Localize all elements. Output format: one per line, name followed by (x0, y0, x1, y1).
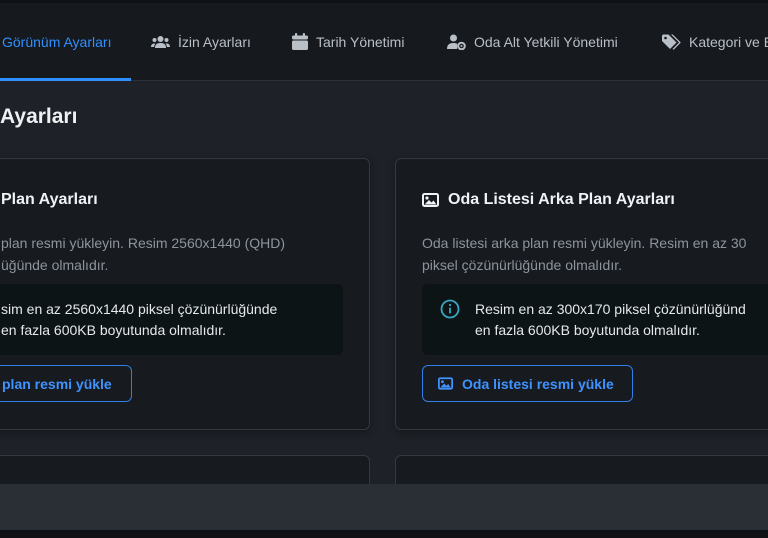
settings-tab-bar: Görünüm Ayarları İzin Ayarları Tarih Yön (0, 3, 768, 81)
window-bottom-edge (0, 530, 768, 538)
info-alert-text: sim en az 2560x1440 piksel çözünürlüğünd… (1, 299, 277, 341)
card-description-line: Oda listesi arka plan resmi yükleyin. Re… (422, 235, 747, 251)
info-alert-line: en fazla 600KB boyutunda olmalıdır. (1, 322, 226, 338)
page-title: Ayarları (0, 105, 78, 128)
settings-card (395, 455, 768, 484)
room-list-background-settings-card: Oda Listesi Arka Plan Ayarları Oda liste… (395, 158, 768, 430)
card-title-text: Oda Listesi Arka Plan Ayarları (448, 191, 675, 208)
user-gear-icon (447, 34, 466, 50)
tags-icon (662, 34, 681, 50)
info-alert: Resim en az 300x170 piksel çözünürlüğünd… (422, 284, 768, 355)
tab-category-settings[interactable]: Kategori ve E (662, 3, 768, 80)
info-alert-line: Resim en az 300x170 piksel çözünürlüğünd (475, 301, 746, 317)
calendar-icon (292, 33, 308, 50)
card-description-line: plan resmi yükleyin. Resim 2560x1440 (QH… (1, 235, 285, 251)
card-description: plan resmi yükleyin. Resim 2560x1440 (QH… (1, 232, 285, 276)
info-icon (440, 299, 460, 324)
card-description-line: üğünde olmalıdır. (1, 257, 109, 273)
button-label: Oda listesi resmi yükle (462, 375, 614, 392)
settings-card (0, 455, 370, 484)
info-alert-text: Resim en az 300x170 piksel çözünürlüğünd… (475, 299, 746, 341)
card-description-line: piksel çözünürlüğünde olmalıdır. (422, 257, 623, 273)
info-alert: sim en az 2560x1440 piksel çözünürlüğünd… (0, 284, 343, 355)
settings-content[interactable]: Ayarları Plan Ayarları plan resmi yükley… (0, 81, 768, 484)
users-icon (151, 35, 170, 49)
tab-date-management[interactable]: Tarih Yönetimi (292, 3, 404, 80)
tab-label: Oda Alt Yetkili Yönetimi (474, 33, 618, 50)
upload-room-list-image-button[interactable]: Oda listesi resmi yükle (422, 365, 633, 402)
upload-background-image-button[interactable]: plan resmi yükle (0, 365, 132, 402)
tab-label: İzin Ayarları (178, 33, 251, 50)
tab-room-sub-admin-management[interactable]: Oda Alt Yetkili Yönetimi (447, 3, 618, 80)
tab-label: Görünüm Ayarları (2, 33, 112, 50)
tab-permission-settings[interactable]: İzin Ayarları (151, 3, 251, 80)
card-description: Oda listesi arka plan resmi yükleyin. Re… (422, 232, 746, 276)
tab-label: Kategori ve E (689, 33, 768, 50)
image-icon (422, 193, 439, 207)
tab-appearance-settings[interactable]: Görünüm Ayarları (2, 3, 111, 80)
image-icon (438, 377, 453, 390)
background-settings-card: Plan Ayarları plan resmi yükleyin. Resim… (0, 158, 370, 430)
info-alert-line: en fazla 600KB boyutunda olmalıdır. (475, 322, 700, 338)
tab-label: Tarih Yönetimi (316, 33, 405, 50)
footer-bar (0, 484, 768, 530)
button-label: plan resmi yükle (2, 375, 112, 392)
card-title: Plan Ayarları (1, 191, 98, 208)
info-alert-line: sim en az 2560x1440 piksel çözünürlüğünd… (1, 301, 278, 317)
card-title: Oda Listesi Arka Plan Ayarları (422, 191, 675, 209)
